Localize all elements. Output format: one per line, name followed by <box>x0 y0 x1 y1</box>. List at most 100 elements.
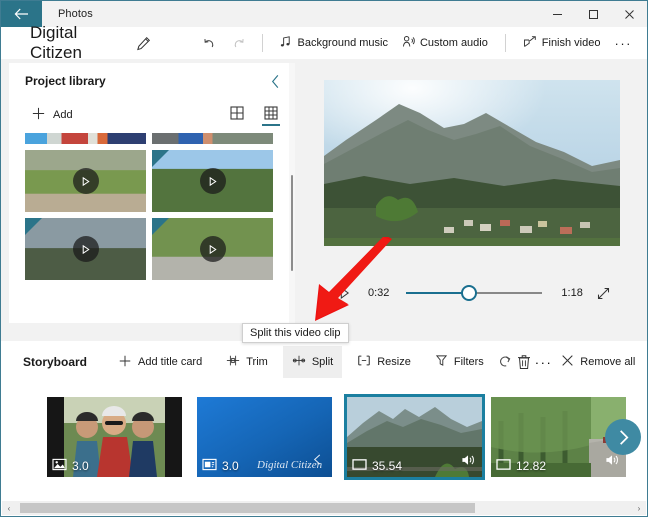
close-icon <box>561 354 574 370</box>
clip-title-card[interactable]: Digital Citizen 3.0 <box>197 397 332 477</box>
close-button[interactable] <box>611 1 647 27</box>
storyboard-label: Storyboard <box>23 355 88 369</box>
play-icon <box>199 236 226 262</box>
resize-button[interactable]: Resize <box>348 346 420 378</box>
seek-progress-fill <box>406 292 470 294</box>
minimize-button[interactable] <box>539 1 575 27</box>
seek-slider[interactable] <box>406 285 543 301</box>
library-header: Project library <box>9 63 295 99</box>
filmstrip-clip-b[interactable] <box>152 133 273 144</box>
split-label: Split <box>311 356 334 368</box>
storyboard-toolbar: Storyboard Add title card Trim Split Res… <box>1 341 647 383</box>
custom-audio-button[interactable]: Custom audio <box>395 28 495 58</box>
clip-duration: 3.0 <box>222 459 239 473</box>
add-title-card-label: Add title card <box>138 356 203 368</box>
grid-large-icon[interactable] <box>227 103 247 127</box>
expand-icon[interactable] <box>597 287 610 300</box>
toolbar-more-button[interactable]: ··· <box>607 28 639 58</box>
custom-audio-label: Custom audio <box>419 37 488 49</box>
clip-duration: 12.82 <box>516 459 547 473</box>
resize-label: Resize <box>377 356 411 368</box>
selection-corner-marker <box>152 150 169 167</box>
split-tooltip: Split this video clip <box>242 323 349 343</box>
thumbnail-row <box>25 150 281 212</box>
rotate-button[interactable] <box>497 346 513 378</box>
filmstrip-clip-a[interactable] <box>25 133 146 144</box>
add-media-button[interactable]: Add <box>31 106 73 124</box>
clip-cyclists-photo[interactable]: 3.0 <box>47 397 182 477</box>
clip-meta: 35.54 <box>352 458 402 474</box>
library-thumbnail-grid <box>9 131 295 280</box>
scrollbar-thumb[interactable] <box>291 175 293 271</box>
plus-icon <box>31 106 46 124</box>
resize-icon <box>357 354 371 370</box>
clip-meta: 12.82 <box>496 458 546 474</box>
clip-duration: 3.0 <box>72 459 89 473</box>
video-icon <box>352 458 367 474</box>
filters-label: Filters <box>453 356 484 368</box>
storyboard-horizontal-scrollbar[interactable]: ‹ › <box>2 501 646 515</box>
project-library-panel: Project library Add <box>9 63 295 323</box>
split-button[interactable]: Split <box>282 346 343 378</box>
forest-sky-clip[interactable] <box>152 150 273 212</box>
background-music-button[interactable]: Background music <box>272 28 395 58</box>
toolbar-divider-1 <box>261 34 263 52</box>
filters-icon <box>435 354 448 370</box>
clip-mountains-video[interactable]: 35.54 <box>344 394 485 480</box>
player-controls: 0:32 1:18 <box>303 275 647 311</box>
music-note-icon <box>279 35 292 51</box>
clip-meta: 3.0 <box>52 458 89 474</box>
play-icon <box>72 168 99 194</box>
library-title: Project library <box>25 74 106 88</box>
swing-playground-clip[interactable] <box>25 150 146 212</box>
pencil-icon[interactable] <box>136 36 151 51</box>
library-vertical-scrollbar[interactable] <box>289 63 295 323</box>
play-button[interactable] <box>339 287 350 299</box>
scrollbar-thumb[interactable] <box>20 503 475 513</box>
selection-corner-marker <box>25 218 42 235</box>
storyboard-next-button[interactable] <box>605 419 641 455</box>
clip-duration: 35.54 <box>372 459 403 473</box>
mountain-haze-clip[interactable] <box>25 218 146 280</box>
total-time-label: 1:18 <box>561 287 583 299</box>
storyboard-more-button[interactable]: ··· <box>535 346 553 378</box>
trim-icon <box>226 354 240 370</box>
split-icon <box>292 354 306 370</box>
plus-icon <box>118 354 132 371</box>
add-label: Add <box>53 109 73 121</box>
storyboard-clip-strip: 3.0 Digital Citizen 3.0 35.54 12.82 <box>1 383 647 495</box>
background-music-label: Background music <box>297 37 388 49</box>
chevron-left-icon <box>311 453 323 471</box>
tree-lined-road-clip[interactable] <box>152 218 273 280</box>
delete-button[interactable] <box>517 346 531 378</box>
trim-label: Trim <box>246 356 268 368</box>
maximize-button[interactable] <box>575 1 611 27</box>
play-icon <box>199 168 226 194</box>
remove-all-label: Remove all <box>580 356 636 368</box>
selection-corner-marker <box>152 218 169 235</box>
redo-button[interactable] <box>224 28 252 58</box>
scroll-right-arrow[interactable]: › <box>632 504 646 513</box>
scrollbar-track[interactable] <box>16 502 632 514</box>
photos-video-editor-window: Photos Digital Citizen Background music … <box>0 0 648 517</box>
remove-all-button[interactable]: Remove all <box>552 346 644 378</box>
toolbar-divider-2 <box>504 34 506 52</box>
finish-video-button[interactable]: Finish video <box>516 28 608 58</box>
play-icon <box>72 236 99 262</box>
editor-main: Project library Add 0:32 1:18 <box>1 59 647 341</box>
library-actions: Add <box>9 99 295 131</box>
scroll-left-arrow[interactable]: ‹ <box>2 504 16 513</box>
add-title-card-button[interactable]: Add title card <box>109 346 211 378</box>
person-audio-icon <box>402 35 415 51</box>
filters-button[interactable]: Filters <box>426 346 493 378</box>
grid-small-icon[interactable] <box>261 103 281 127</box>
seek-handle[interactable] <box>461 285 478 301</box>
undo-button[interactable] <box>196 28 224 58</box>
export-share-icon <box>523 35 537 51</box>
chevron-left-icon[interactable] <box>270 74 281 89</box>
window-controls <box>539 1 647 27</box>
library-view-toggles <box>227 103 281 127</box>
audio-icon <box>461 453 476 472</box>
trim-button[interactable]: Trim <box>217 346 277 378</box>
video-preview-frame[interactable] <box>324 80 620 246</box>
